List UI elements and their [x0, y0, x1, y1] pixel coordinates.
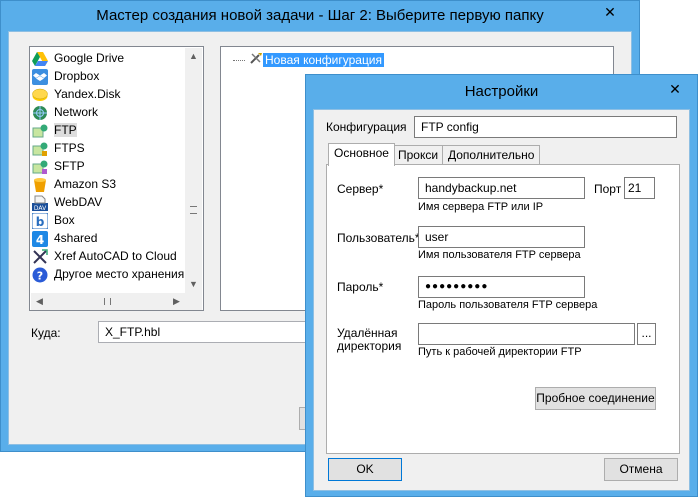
list-item-label: SFTP: [54, 159, 85, 173]
horizontal-scrollbar[interactable]: ◀ ▶: [31, 293, 185, 310]
user-hint: Имя пользователя FTP сервера: [418, 249, 581, 261]
vertical-scrollbar[interactable]: ▲ ▼: [185, 48, 202, 293]
list-item-label: FTPS: [54, 141, 85, 155]
close-icon[interactable]: ✕: [593, 2, 627, 22]
scroll-corner: [185, 293, 202, 310]
list-item-label: Network: [54, 105, 99, 119]
list-item-label: Yandex.Disk: [54, 87, 121, 101]
settings-client-area: Конфигурация FTP config Основное Прокси …: [313, 109, 690, 491]
list-item[interactable]: Network: [32, 103, 98, 121]
remote-dir-input[interactable]: [418, 323, 635, 345]
scroll-down-icon[interactable]: ▼: [185, 276, 202, 293]
tab-advanced[interactable]: Дополнительно: [442, 145, 541, 166]
list-item[interactable]: b Box: [32, 211, 75, 229]
settings-dialog: Настройки ✕ Конфигурация FTP config Осно…: [305, 74, 698, 497]
close-icon[interactable]: ✕: [658, 79, 692, 99]
hscroll-grip-icon[interactable]: [104, 298, 111, 305]
test-connection-button[interactable]: Пробное соединение: [535, 387, 656, 410]
xref-icon: [32, 249, 48, 265]
browse-button[interactable]: ...: [637, 323, 656, 345]
destination-input[interactable]: X_FTP.hbl: [98, 321, 338, 343]
ftp-icon: [32, 123, 48, 139]
scroll-right-icon[interactable]: ▶: [168, 293, 185, 310]
list-item-label: Dropbox: [54, 69, 100, 83]
list-item-label: FTP: [54, 123, 77, 137]
remote-dir-label: Удалённая: [337, 326, 398, 340]
tree-node-label[interactable]: Новая конфигурация: [263, 53, 385, 67]
list-item-label: WebDAV: [54, 195, 103, 209]
list-item-label: Google Drive: [54, 51, 125, 65]
list-item[interactable]: Yandex.Disk: [32, 85, 120, 103]
remote-dir-label-2: директория: [337, 339, 402, 353]
list-item[interactable]: Xref AutoCAD to Cloud: [32, 247, 177, 265]
user-input[interactable]: user: [418, 226, 585, 248]
box-icon: b: [32, 212, 48, 229]
settings-title: Настройки: [464, 83, 539, 100]
list-item-label: Amazon S3: [54, 177, 117, 191]
ok-button[interactable]: OK: [328, 458, 402, 481]
wizard-title: Мастер создания новой задачи - Шаг 2: Вы…: [96, 7, 544, 24]
list-item[interactable]: FTP: [32, 121, 77, 139]
server-hint: Имя сервера FTP или IP: [418, 201, 544, 213]
list-item[interactable]: SFTP: [32, 157, 85, 175]
port-input[interactable]: 21: [624, 177, 655, 199]
svg-text:?: ?: [37, 269, 43, 282]
svg-text:4: 4: [36, 233, 44, 247]
svg-text:b: b: [36, 215, 45, 229]
config-name-input[interactable]: FTP config: [414, 116, 677, 138]
tab-panel: Сервер* handybackup.net Порт 21 Имя серв…: [326, 164, 680, 454]
cancel-button[interactable]: Отмена: [604, 458, 678, 481]
list-item[interactable]: Google Drive: [32, 49, 124, 67]
scroll-left-icon[interactable]: ◀: [31, 293, 48, 310]
config-label: Конфигурация: [326, 120, 407, 134]
list-item-label: Другое место хранения: [54, 267, 185, 281]
yandex-disk-icon: [32, 87, 48, 103]
svg-text:DAV: DAV: [34, 205, 47, 211]
list-item[interactable]: 4 4shared: [32, 229, 97, 247]
list-item-label: Box: [54, 213, 75, 227]
user-label: Пользователь*: [337, 231, 420, 245]
scroll-grip-icon[interactable]: [190, 206, 197, 214]
storage-list[interactable]: Google Drive Dropbox Yandex.Disk Network FTP…: [29, 46, 204, 311]
port-label: Порт: [594, 182, 622, 196]
amazon-s3-icon: [32, 177, 48, 193]
scroll-up-icon[interactable]: ▲: [185, 48, 202, 65]
list-item-label: Xref AutoCAD to Cloud: [54, 249, 177, 263]
list-item-label: 4shared: [54, 231, 98, 245]
4shared-icon: 4: [32, 230, 48, 247]
list-item[interactable]: DAV WebDAV: [32, 193, 102, 211]
dropbox-icon: [32, 68, 48, 85]
remote-dir-hint: Путь к рабочей директории FTP: [418, 346, 582, 358]
password-input[interactable]: ●●●●●●●●●: [418, 276, 585, 298]
password-label: Пароль*: [337, 280, 384, 294]
tab-proxy[interactable]: Прокси: [392, 145, 445, 166]
list-item[interactable]: FTPS: [32, 139, 85, 157]
tab-main[interactable]: Основное: [328, 143, 395, 166]
webdav-icon: DAV: [32, 195, 48, 211]
google-drive-icon: [32, 51, 48, 67]
tools-icon: [249, 51, 263, 70]
list-item[interactable]: Dropbox: [32, 67, 99, 85]
network-icon: [32, 105, 48, 121]
password-hint: Пароль пользователя FTP сервера: [418, 299, 598, 311]
list-item[interactable]: ? Другое место хранения: [32, 265, 184, 283]
tree-line: [233, 60, 245, 62]
tree-node[interactable]: Новая конфигурация: [233, 51, 385, 70]
question-icon: ?: [32, 267, 48, 283]
ftps-icon: [32, 141, 48, 157]
server-label: Сервер*: [337, 182, 384, 196]
sftp-icon: [32, 159, 48, 175]
list-item[interactable]: Amazon S3: [32, 175, 116, 193]
server-input[interactable]: handybackup.net: [418, 177, 585, 199]
destination-label: Куда:: [31, 326, 61, 340]
